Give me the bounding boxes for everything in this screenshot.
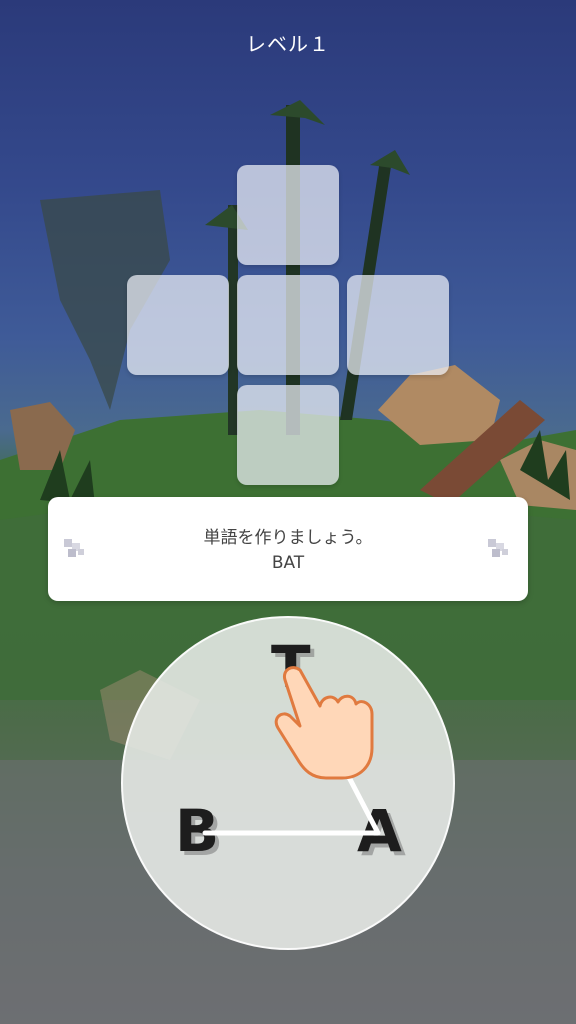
bamboo-stalk: [340, 160, 392, 420]
hint-panel: 単語を作りましょう。 BAT: [48, 497, 528, 601]
puzzle-piece-icon: [488, 539, 508, 557]
game-screen: レベル１ 単語を作りましょう。 BAT T B A: [0, 0, 576, 1024]
bamboo-stalk: [286, 105, 300, 435]
letter-tile-a[interactable]: A: [357, 802, 402, 860]
hint-instruction: 単語を作りましょう。: [203, 528, 373, 548]
hint-word: BAT: [271, 553, 305, 573]
floating-rock: [40, 190, 170, 410]
letter-wheel[interactable]: T B A: [121, 616, 455, 950]
letter-tile-t[interactable]: T: [271, 638, 311, 696]
letter-tile-b[interactable]: B: [175, 802, 219, 860]
bamboo-stalk: [228, 205, 238, 435]
level-title: レベル１: [246, 32, 330, 56]
bamboo-leaves: [205, 205, 248, 230]
